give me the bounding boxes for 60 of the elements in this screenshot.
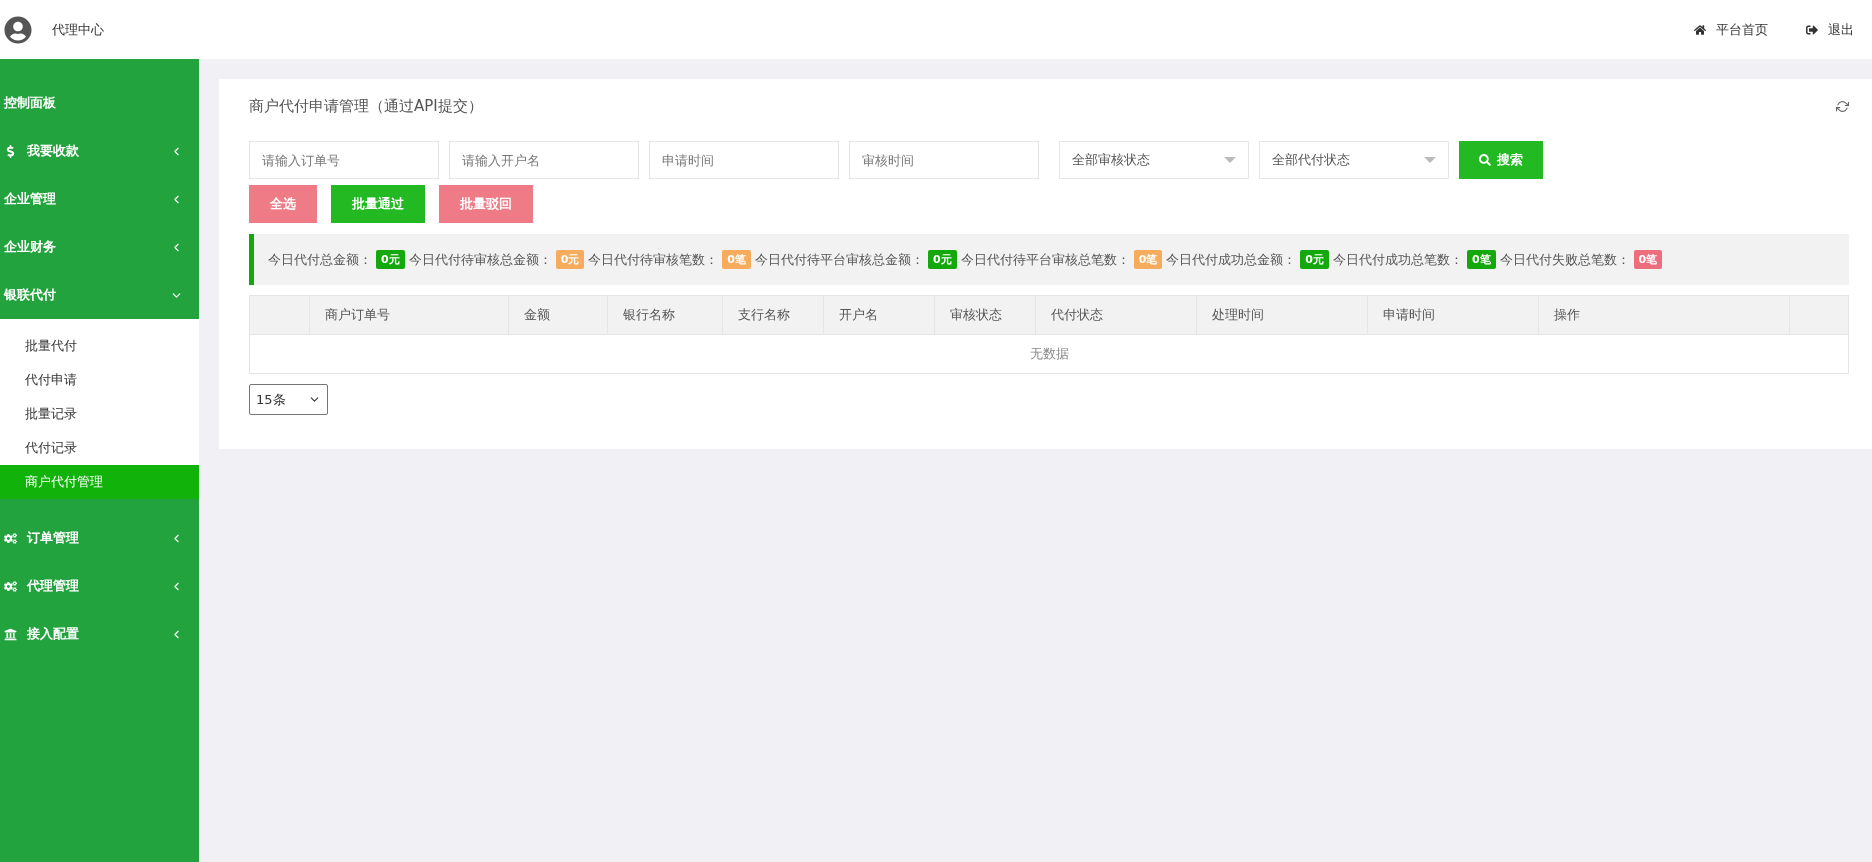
sidebar-item[interactable]: 接入配置 <box>0 610 199 658</box>
sidebar-item[interactable]: 控制面板 <box>0 79 199 127</box>
select-field[interactable]: 全部代付状态 <box>1259 141 1449 179</box>
input-field[interactable]: 申请时间 <box>649 141 839 179</box>
stat-label: 今日代付失败总笔数： <box>1499 250 1630 269</box>
stat-label: 今日代付待平台审核总笔数： <box>960 250 1130 269</box>
input-field[interactable]: 请输入订单号 <box>249 141 439 179</box>
sidebar-item[interactable]: 企业财务 <box>0 223 199 271</box>
column-header: 开户名 <box>823 295 935 335</box>
page-size-select[interactable]: 15条 <box>249 384 328 415</box>
sidebar-item[interactable]: 代理管理 <box>0 562 199 610</box>
column-header: 代付状态 <box>1035 295 1197 335</box>
select-field[interactable]: 全部审核状态 <box>1059 141 1249 179</box>
column-header: 操作 <box>1538 295 1790 335</box>
search-button[interactable]: 搜索 <box>1459 141 1543 179</box>
stat-badge: 0元 <box>1300 250 1329 269</box>
column-header: 处理时间 <box>1196 295 1368 335</box>
stat-badge: 0笔 <box>1633 250 1663 269</box>
gears-icon <box>4 579 17 593</box>
stat-label: 今日代付待审核总金额： <box>408 250 552 269</box>
brand-title: 代理中心 <box>52 20 104 39</box>
dollar-icon <box>4 144 17 158</box>
gears-icon <box>4 531 17 545</box>
sidebar-item[interactable]: 订单管理 <box>0 514 199 562</box>
column-header: 银行名称 <box>607 295 723 335</box>
sidebar-item[interactable]: 银联代付 <box>0 271 199 319</box>
column-header: 商户订单号 <box>309 295 509 335</box>
stat-label: 今日代付待平台审核总金额： <box>754 250 924 269</box>
stat-label: 今日代付待审核笔数： <box>588 250 719 269</box>
column-header: 审核状态 <box>934 295 1036 335</box>
panel-title: 商户代付申请管理（通过API提交） <box>249 97 483 116</box>
input-field[interactable]: 请输入开户名 <box>449 141 639 179</box>
column-header: 金额 <box>508 295 608 335</box>
column-header: 支行名称 <box>722 295 824 335</box>
stat-badge: 0笔 <box>722 250 751 269</box>
stat-badge: 0笔 <box>1466 250 1496 269</box>
input-field[interactable]: 审核时间 <box>849 141 1039 179</box>
action-button[interactable]: 全选 <box>249 185 317 223</box>
header-link[interactable]: 退出 <box>1806 20 1854 39</box>
stat-label: 今日代付成功总金额： <box>1166 250 1297 269</box>
stat-badge: 0元 <box>555 250 585 269</box>
stat-label: 今日代付总金额： <box>268 250 372 269</box>
home-icon <box>1694 23 1706 36</box>
submenu-item[interactable]: 商户代付管理 <box>0 465 199 499</box>
bank-icon <box>4 627 17 641</box>
header-link[interactable]: 平台首页 <box>1694 20 1768 39</box>
search-icon <box>1479 154 1491 166</box>
empty-message: 无数据 <box>249 334 1849 374</box>
stat-label: 今日代付成功总笔数： <box>1332 250 1463 269</box>
action-button[interactable]: 批量通过 <box>331 185 425 223</box>
stat-badge: 0笔 <box>1133 250 1163 269</box>
logout-icon <box>1806 23 1818 36</box>
refresh-icon[interactable] <box>1836 100 1849 113</box>
sidebar-item[interactable]: 企业管理 <box>0 175 199 223</box>
avatar-icon <box>4 15 32 44</box>
stat-badge: 0元 <box>376 250 405 269</box>
action-button[interactable]: 批量驳回 <box>439 185 533 223</box>
column-header: 申请时间 <box>1367 295 1539 335</box>
sidebar-item[interactable]: 我要收款 <box>0 127 199 175</box>
stat-badge: 0元 <box>927 250 957 269</box>
